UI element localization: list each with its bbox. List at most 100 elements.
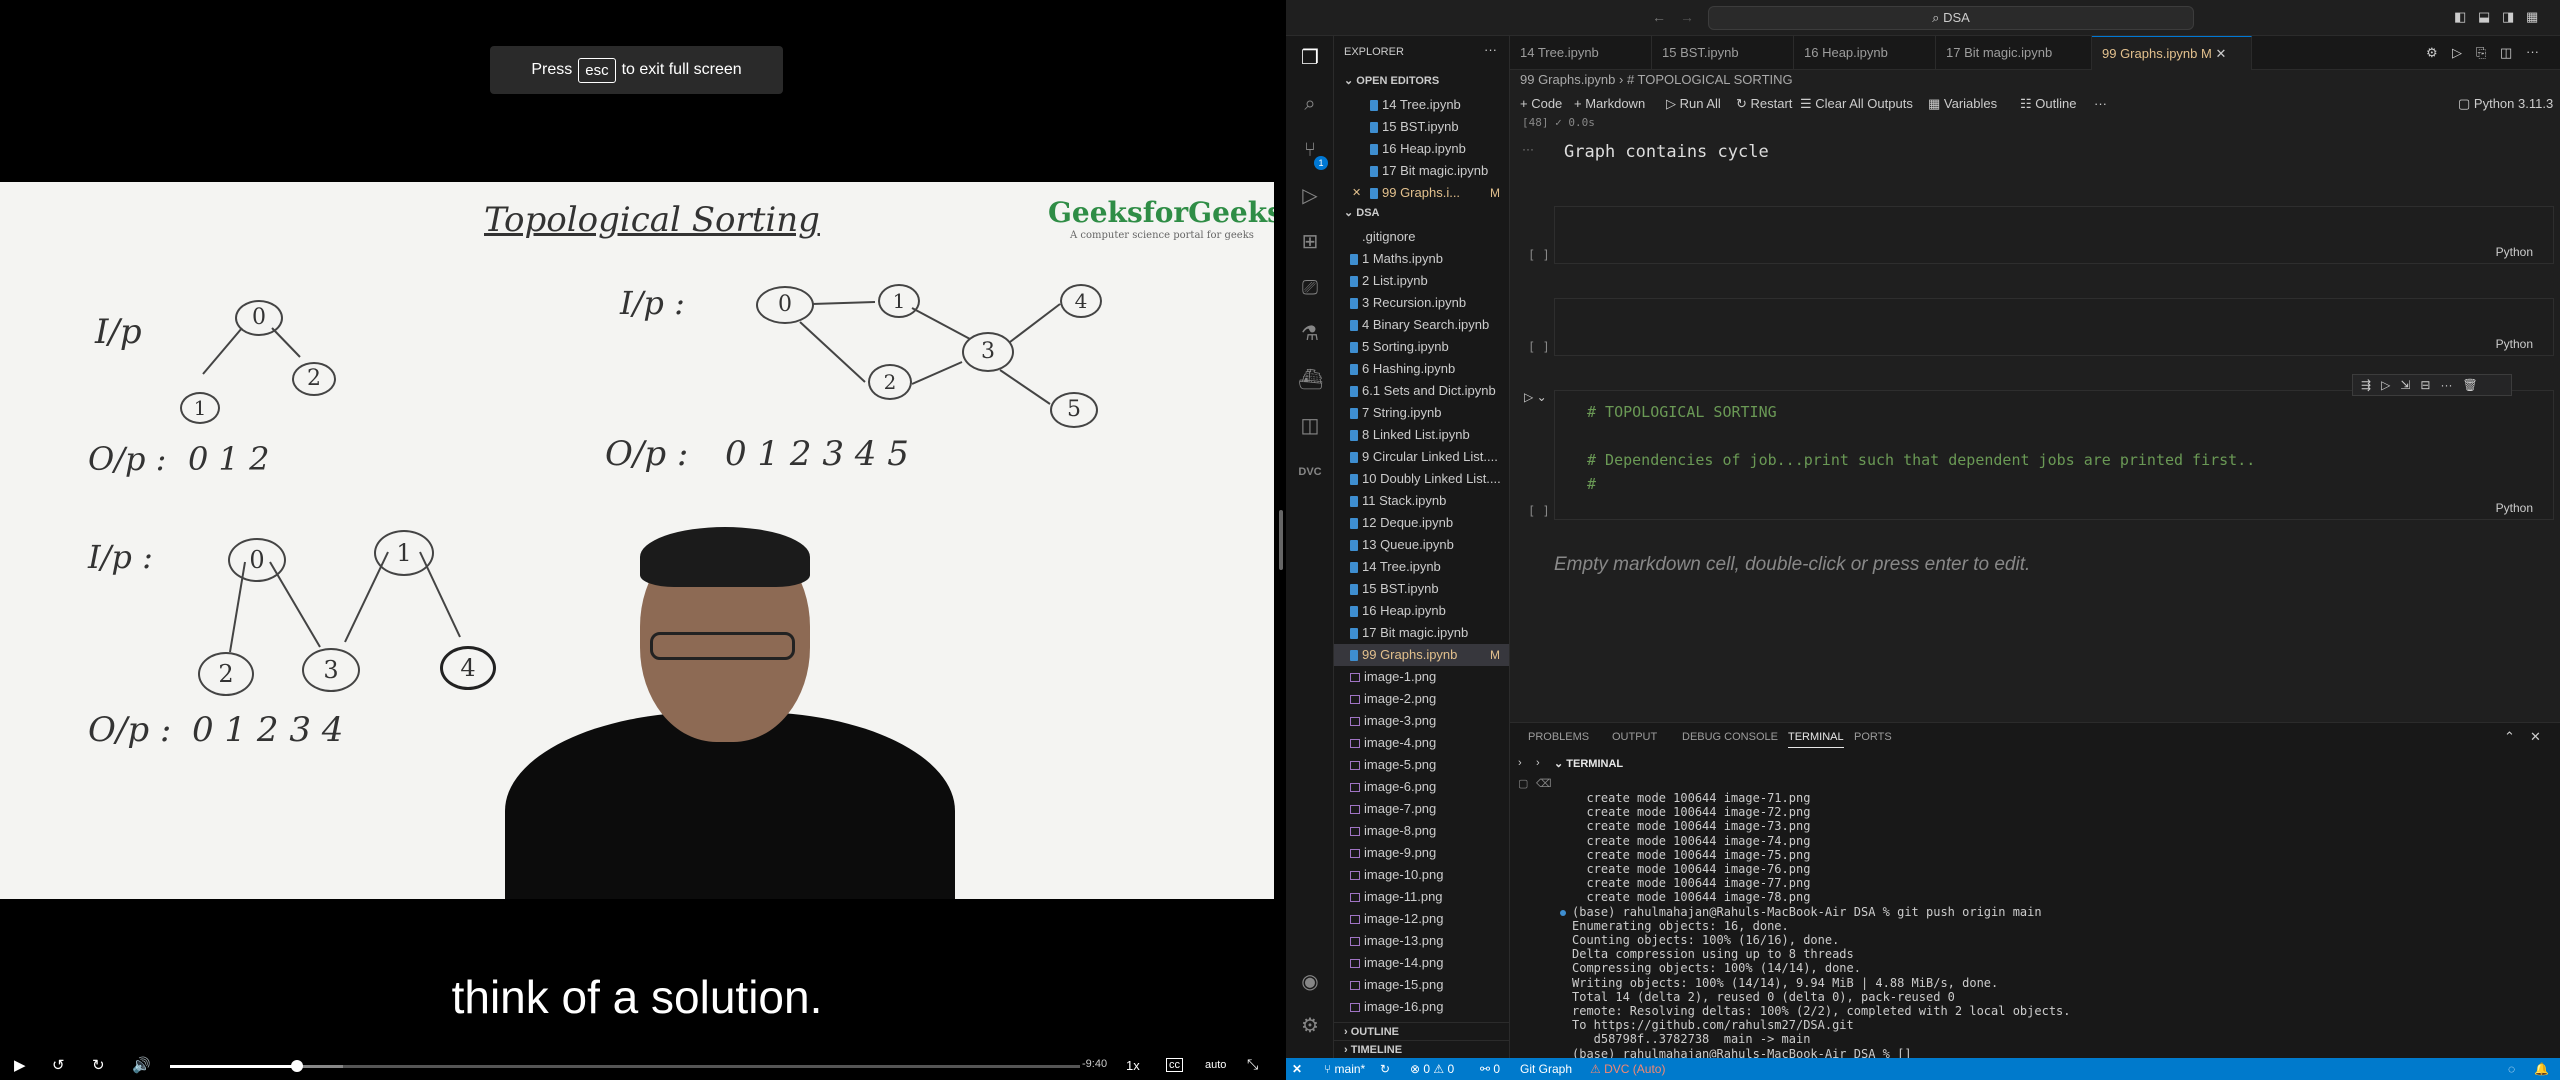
split-editor-icon[interactable]: ◫ <box>2500 45 2512 61</box>
maximize-panel-icon[interactable]: ⌃ <box>2504 729 2515 745</box>
cell-language[interactable]: Python <box>2496 337 2533 351</box>
split-cell-icon[interactable]: ⊟ <box>2420 378 2430 392</box>
outline-section[interactable]: › OUTLINE <box>1334 1022 1509 1038</box>
cell-language[interactable]: Python <box>2496 245 2533 259</box>
file-tree-item[interactable]: image-16.png <box>1334 996 1509 1018</box>
file-tree-item[interactable]: image-15.png <box>1334 974 1509 996</box>
jupyter-icon[interactable]: ◫ <box>1298 414 1322 438</box>
close-editor-icon[interactable]: ✕ <box>1352 182 1361 204</box>
markdown-placeholder[interactable]: Empty markdown cell, double-click or pre… <box>1554 554 2030 576</box>
file-tree-item[interactable]: image-2.png <box>1334 688 1509 710</box>
more-actions-icon[interactable]: ··· <box>1484 42 1497 57</box>
file-tree-item[interactable]: 14 Tree.ipynb <box>1334 556 1509 578</box>
run-by-line-icon[interactable]: ⇶ <box>2361 378 2371 392</box>
terminal-icon[interactable]: ▢ <box>1518 777 1528 790</box>
toggle-secondary-sidebar-icon[interactable]: ◨ <box>2502 9 2514 25</box>
accounts-icon[interactable]: ◉ <box>1298 970 1322 994</box>
remote-icon[interactable]: ✕ <box>1292 1062 1302 1076</box>
file-tree-item[interactable]: image-14.png <box>1334 952 1509 974</box>
delete-cell-icon[interactable]: 🗑 <box>2463 378 2478 392</box>
file-tree-item[interactable]: image-10.png <box>1334 864 1509 886</box>
exit-fullscreen-icon[interactable]: ⤡ <box>1247 1056 1258 1073</box>
terminal-split-icon[interactable]: › <box>1518 757 1522 769</box>
file-tree-item[interactable]: 17 Bit magic.ipynb <box>1334 622 1509 644</box>
file-tree-item[interactable]: 5 Sorting.ipynb <box>1334 336 1509 358</box>
progress-bar[interactable] <box>170 1060 1080 1072</box>
file-tree-item[interactable]: 10 Doubly Linked List.... <box>1334 468 1509 490</box>
file-tree-item[interactable]: 7 String.ipynb <box>1334 402 1509 424</box>
editor-tab[interactable]: 14 Tree.ipynb <box>1510 36 1652 70</box>
cell-more-icon[interactable]: ··· <box>2440 378 2452 392</box>
panel-tab[interactable]: PROBLEMS <box>1528 731 1589 743</box>
open-editor-item[interactable]: 16 Heap.ipynb <box>1334 138 1509 160</box>
code-cell-topological[interactable]: # TOPOLOGICAL SORTING # Dependencies of … <box>1554 390 2554 520</box>
dvc-icon[interactable]: DVC <box>1298 460 1322 484</box>
problems-status[interactable]: ⊗ 0 ⚠ 0 <box>1410 1062 1454 1076</box>
command-center[interactable]: ⌕ DSA <box>1708 6 2194 30</box>
add-markdown-button[interactable]: + Markdown <box>1574 96 1645 111</box>
cell-language[interactable]: Python <box>2496 501 2533 515</box>
toggle-sidebar-icon[interactable]: ◧ <box>2454 9 2466 25</box>
run-cell-icon[interactable]: ▷ ⌄ <box>1524 390 1547 404</box>
search-view-icon[interactable]: ⌕ <box>1298 92 1322 116</box>
file-tree-item[interactable]: 16 Heap.ipynb <box>1334 600 1509 622</box>
file-tree-item[interactable]: 3 Recursion.ipynb <box>1334 292 1509 314</box>
captions-icon[interactable]: cc <box>1166 1058 1183 1072</box>
file-tree-item[interactable]: 13 Queue.ipynb <box>1334 534 1509 556</box>
timeline-section[interactable]: › TIMELINE <box>1334 1040 1509 1056</box>
editor-tab[interactable]: 99 Graphs.ipynb M ✕ <box>2092 36 2252 70</box>
editor-tab[interactable]: 15 BST.ipynb <box>1652 36 1794 70</box>
file-tree-item[interactable]: 4 Binary Search.ipynb <box>1334 314 1509 336</box>
file-tree-item[interactable]: 6.1 Sets and Dict.ipynb <box>1334 380 1509 402</box>
file-tree-item[interactable]: image-4.png <box>1334 732 1509 754</box>
close-panel-icon[interactable]: ✕ <box>2530 729 2541 745</box>
file-tree-item[interactable]: image-13.png <box>1334 930 1509 952</box>
play-icon[interactable]: ▶ <box>14 1056 26 1074</box>
code-cell-empty-2[interactable]: Python <box>1554 298 2554 356</box>
branch-status[interactable]: ⑂ main* <box>1324 1062 1365 1076</box>
editor-tab[interactable]: 17 Bit magic.ipynb <box>1936 36 2092 70</box>
file-tree-item[interactable]: 2 List.ipynb <box>1334 270 1509 292</box>
breadcrumb[interactable]: 99 Graphs.ipynb › # TOPOLOGICAL SORTING <box>1520 72 1793 87</box>
panel-tab[interactable]: OUTPUT <box>1612 731 1657 743</box>
settings-icon[interactable]: ⚙ <box>2426 45 2438 61</box>
file-tree-item[interactable]: 6 Hashing.ipynb <box>1334 358 1509 380</box>
file-tree-item[interactable]: image-3.png <box>1334 710 1509 732</box>
file-tree-item[interactable]: image-12.png <box>1334 908 1509 930</box>
video-player[interactable]: Press esc to exit full screen Topologica… <box>0 0 1286 1080</box>
file-tree-item[interactable]: image-5.png <box>1334 754 1509 776</box>
execute-below-icon[interactable]: ⇲ <box>2400 378 2410 392</box>
sync-icon[interactable]: ↻ <box>1380 1062 1390 1076</box>
panel-tab[interactable]: DEBUG CONSOLE <box>1682 731 1778 743</box>
file-tree-item[interactable]: 8 Linked List.ipynb <box>1334 424 1509 446</box>
panel-tab[interactable]: TERMINAL <box>1788 731 1844 748</box>
run-all-button[interactable]: ▷ Run All <box>1666 96 1721 112</box>
toolbar-more-icon[interactable]: ··· <box>2094 96 2107 111</box>
settings-gear-icon[interactable]: ⚙ <box>1298 1014 1322 1038</box>
close-tab-icon[interactable]: ✕ <box>2212 46 2226 61</box>
editor-tab[interactable]: 16 Heap.ipynb <box>1794 36 1936 70</box>
file-tree-item[interactable]: image-8.png <box>1334 820 1509 842</box>
run-icon[interactable]: ▷ <box>2452 45 2462 61</box>
split-resize-handle[interactable] <box>1279 510 1283 570</box>
editor-more-icon[interactable]: ··· <box>2526 44 2539 59</box>
terminal-clear-icon[interactable]: ⌫ <box>1536 777 1552 790</box>
toggle-panel-icon[interactable]: ⬓ <box>2478 9 2490 25</box>
file-tree-item[interactable]: 12 Deque.ipynb <box>1334 512 1509 534</box>
open-editor-item[interactable]: ✕ 99 Graphs.i... M <box>1334 182 1509 204</box>
explorer-icon[interactable]: ❐ <box>1298 46 1322 70</box>
progress-knob[interactable] <box>291 1060 304 1072</box>
rewind-icon[interactable]: ↺ <box>52 1056 65 1074</box>
execute-above-icon[interactable]: ▷ <box>2381 378 2390 392</box>
outline-button[interactable]: ☷ Outline <box>2020 96 2076 112</box>
dvc-status[interactable]: ⚠ DVC (Auto) <box>1590 1062 1665 1076</box>
file-tree-item[interactable]: 11 Stack.ipynb <box>1334 490 1509 512</box>
open-editors-header[interactable]: ⌄ OPEN EDITORS <box>1344 74 1439 87</box>
folder-header[interactable]: ⌄ DSA <box>1344 206 1380 219</box>
terminal-output[interactable]: create mode 100644 image-71.png create m… <box>1572 791 2071 1061</box>
layout-icon[interactable]: ▦ <box>2526 9 2538 25</box>
file-tree-item[interactable]: .gitignore <box>1334 226 1509 248</box>
back-arrow-icon[interactable]: ← <box>1652 9 1666 25</box>
panel-tab[interactable]: PORTS <box>1854 731 1892 743</box>
open-changes-icon[interactable]: ⎘ <box>2476 45 2486 61</box>
